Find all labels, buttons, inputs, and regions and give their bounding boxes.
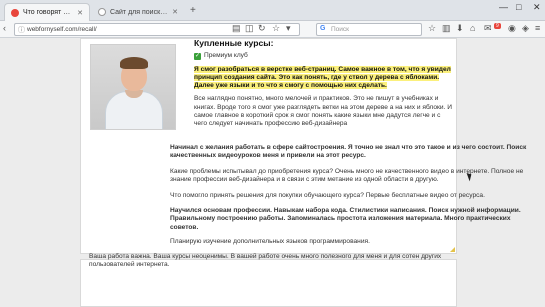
bold-paragraph: Научился основам профессии. Навыкам набо… xyxy=(170,207,521,231)
google-search-icon: G xyxy=(320,25,326,32)
library-icon[interactable]: ▥ xyxy=(442,23,451,34)
url-text: webfornyself.com/recall/ xyxy=(27,26,97,33)
pocket-icon[interactable]: ◫ xyxy=(245,23,254,34)
home-icon[interactable]: ⌂ xyxy=(470,23,475,33)
course-item: ✓ Премиум клуб xyxy=(194,52,452,60)
corner-decoration xyxy=(450,247,455,252)
star-icon[interactable]: ☆ xyxy=(428,23,436,34)
highlighted-quote: Я смог разобраться в верстке веб-страниц… xyxy=(194,65,452,91)
minimize-button[interactable]: — xyxy=(499,2,508,12)
tab-close-icon[interactable]: ✕ xyxy=(172,8,178,16)
paragraph: Планирую изучение дополнительных языков … xyxy=(170,238,370,245)
course-item-label: Премиум клуб xyxy=(204,52,248,60)
back-icon[interactable]: ‹ xyxy=(3,23,6,33)
purchased-courses-heading: Купленные курсы: xyxy=(194,38,274,48)
info-icon[interactable]: ⓘ xyxy=(18,25,25,35)
new-tab-button[interactable]: + xyxy=(190,5,196,16)
maximize-button[interactable]: □ xyxy=(516,2,521,12)
paragraph: Все наглядно понятно, много мелочей и пр… xyxy=(194,95,452,128)
paragraph: Ваша работа важна. Ваша курсы неоценимы.… xyxy=(89,253,442,269)
bookmark-star-icon[interactable]: ☆ xyxy=(272,23,280,34)
dropdown-icon[interactable]: ▾ xyxy=(286,23,291,34)
favicon-icon xyxy=(11,8,19,17)
download-icon[interactable]: ⬇ xyxy=(456,23,464,34)
search-bar[interactable]: G Поиск xyxy=(316,23,422,36)
testimonial-body: Купленные курсы: ✓ Премиум клуб Я смог р… xyxy=(194,39,452,129)
reader-icon[interactable]: ▤ xyxy=(232,23,241,34)
paragraph: Что помогло принять решения для покупки … xyxy=(170,192,485,199)
reload-icon[interactable]: ↻ xyxy=(258,23,266,34)
photo-hair xyxy=(120,57,148,69)
nav-bar: ‹ ⓘ webfornyself.com/recall/ ▤ ◫ ↻ ☆ ▾ G… xyxy=(0,21,545,38)
paragraph: Какие проблемы испытывал до приобретения… xyxy=(170,168,524,184)
tab-title: Сайт для поиска работы xyxy=(110,8,168,16)
addon-icon[interactable]: ◉ xyxy=(508,23,516,34)
favicon-icon xyxy=(98,8,106,16)
menu-icon[interactable]: ≡ xyxy=(535,23,540,33)
bold-paragraph: Начинал с желания работать в сфере сайто… xyxy=(170,144,527,160)
tab-bar: Что говорят наши ученик... ✕ Сайт для по… xyxy=(0,0,545,21)
chat-icon[interactable]: ✉ xyxy=(484,23,492,34)
close-window-button[interactable]: ✕ xyxy=(533,2,541,13)
notification-badge: 9 xyxy=(494,23,501,29)
testimonial-card: Купленные курсы: ✓ Премиум клуб Я смог р… xyxy=(80,38,526,254)
tab-title: Что говорят наши ученик... xyxy=(23,9,73,16)
checkmark-icon: ✓ xyxy=(194,52,201,60)
shield-icon[interactable]: ◈ xyxy=(522,23,529,34)
tab-active[interactable]: Что говорят наши ученик... ✕ xyxy=(4,3,90,21)
author-photo xyxy=(90,44,176,130)
search-placeholder: Поиск xyxy=(331,26,350,33)
tab-inactive[interactable]: Сайт для поиска работы ✕ xyxy=(92,3,184,21)
highlighted-quote-text: Я смог разобраться в верстке веб-страниц… xyxy=(194,65,451,90)
tab-close-icon[interactable]: ✕ xyxy=(77,9,83,17)
